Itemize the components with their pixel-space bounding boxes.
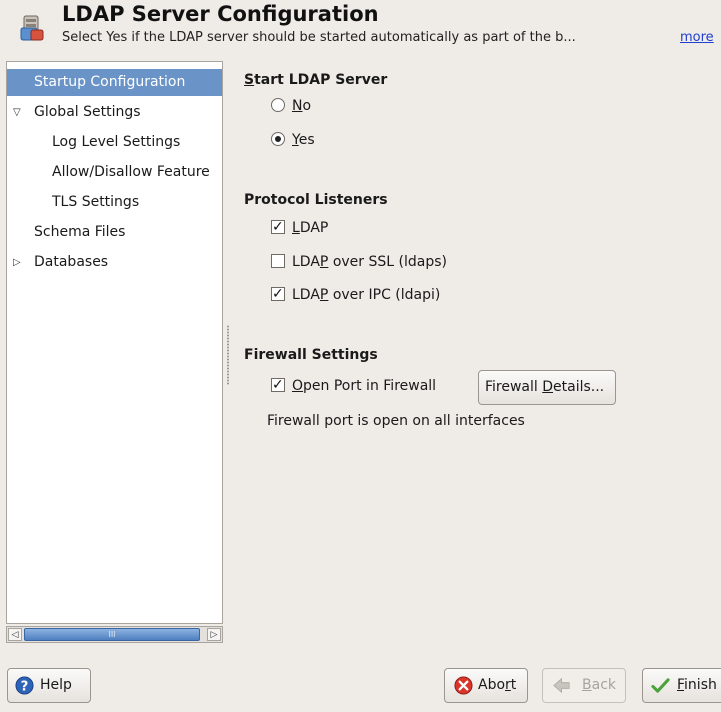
finish-button[interactable]: Finish bbox=[642, 668, 721, 703]
back-button[interactable]: Back bbox=[542, 668, 626, 703]
tree-item-log-level-settings[interactable]: Log Level Settings bbox=[7, 129, 222, 156]
radio-start-yes[interactable]: Yes bbox=[271, 130, 315, 150]
tree-item-label: Schema Files bbox=[34, 224, 126, 240]
button-label: etails... bbox=[553, 379, 605, 395]
scroll-right-icon[interactable]: ▷ bbox=[207, 628, 221, 641]
scroll-left-icon[interactable]: ◁ bbox=[8, 628, 22, 641]
radio-unchecked-icon[interactable] bbox=[271, 98, 285, 112]
button-label: t bbox=[510, 677, 517, 693]
button-label-prefix: Firewall bbox=[485, 379, 543, 395]
button-label: Help bbox=[40, 677, 72, 693]
tree-item-label: Global Settings bbox=[34, 104, 141, 120]
abort-icon bbox=[454, 676, 473, 695]
help-icon: ? bbox=[15, 676, 34, 695]
checkbox-checked-icon[interactable] bbox=[271, 284, 285, 304]
checkbox-ldaps[interactable]: LDAP over SSL (ldaps) bbox=[271, 252, 447, 272]
checkbox-open-port[interactable]: Open Port in Firewall bbox=[271, 375, 437, 396]
mnemonic: S bbox=[244, 72, 255, 88]
pane-splitter[interactable] bbox=[227, 325, 229, 385]
start-ldap-server-heading: Start LDAP Server bbox=[244, 72, 387, 88]
mnemonic: B bbox=[582, 677, 592, 693]
svg-text:?: ? bbox=[21, 679, 29, 694]
tree-item-label: Startup Configuration bbox=[34, 74, 186, 90]
tree-item-label: Databases bbox=[34, 254, 109, 270]
tree-item-global-settings[interactable]: ▽ Global Settings bbox=[7, 99, 222, 126]
mnemonic: O bbox=[292, 378, 304, 394]
checkbox-checked-icon[interactable] bbox=[271, 217, 285, 237]
tree-horizontal-scrollbar[interactable]: ◁ III ▷ bbox=[6, 626, 223, 643]
protocol-listeners-heading: Protocol Listeners bbox=[244, 192, 388, 208]
page-title: LDAP Server Configuration bbox=[62, 2, 379, 26]
tree-item-allow-disallow-feature[interactable]: Allow/Disallow Feature bbox=[7, 159, 222, 186]
checkmark-icon bbox=[651, 678, 670, 693]
expanded-arrow-icon[interactable]: ▽ bbox=[13, 99, 21, 126]
tree-item-startup-configuration[interactable]: Startup Configuration bbox=[7, 69, 222, 96]
heading-text: tart LDAP Server bbox=[254, 72, 388, 88]
navigation-tree[interactable]: Startup Configuration ▽ Global Settings … bbox=[6, 61, 223, 624]
mnemonic: D bbox=[542, 379, 554, 395]
tree-item-label: Allow/Disallow Feature bbox=[52, 164, 210, 180]
back-arrow-icon bbox=[553, 677, 570, 694]
option-label: es bbox=[298, 132, 315, 148]
option-label-prefix: LDA bbox=[292, 287, 320, 303]
radio-checked-icon[interactable] bbox=[271, 132, 285, 146]
tree-item-label: Log Level Settings bbox=[52, 134, 181, 150]
mnemonic: L bbox=[292, 220, 300, 236]
help-button[interactable]: ? Help bbox=[7, 668, 91, 703]
button-label-prefix: Abo bbox=[478, 677, 506, 693]
checkbox-checked-icon[interactable] bbox=[271, 375, 285, 395]
scrollbar-thumb[interactable]: III bbox=[24, 628, 200, 641]
tree-item-schema-files[interactable]: Schema Files bbox=[7, 219, 222, 246]
tree-item-databases[interactable]: ▷ Databases bbox=[7, 249, 222, 276]
checkbox-ldap[interactable]: LDAP bbox=[271, 217, 329, 238]
tree-item-tls-settings[interactable]: TLS Settings bbox=[7, 189, 222, 216]
ldap-server-icon bbox=[20, 15, 44, 41]
option-label: over IPC (ldapi) bbox=[328, 287, 441, 303]
mnemonic: Y bbox=[292, 132, 299, 148]
firewall-details-button[interactable]: Firewall Details... bbox=[478, 370, 616, 405]
option-label: DAP bbox=[299, 220, 329, 236]
mnemonic: N bbox=[292, 98, 303, 114]
tree-item-label: TLS Settings bbox=[52, 194, 140, 210]
page-subtitle: Select Yes if the LDAP server should be … bbox=[62, 30, 576, 45]
mnemonic: F bbox=[677, 677, 685, 693]
option-label: over SSL (ldaps) bbox=[328, 254, 447, 270]
dialog-header: LDAP Server Configuration Select Yes if … bbox=[0, 0, 721, 52]
firewall-status-text: Firewall port is open on all interfaces bbox=[267, 413, 525, 429]
button-label: ack bbox=[591, 677, 616, 693]
option-label-prefix: LDA bbox=[292, 254, 320, 270]
option-label: pen Port in Firewall bbox=[303, 378, 437, 394]
radio-start-no[interactable]: No bbox=[271, 96, 311, 116]
collapsed-arrow-icon[interactable]: ▷ bbox=[13, 249, 21, 276]
more-link[interactable]: more bbox=[680, 30, 714, 45]
checkbox-unchecked-icon[interactable] bbox=[271, 254, 285, 268]
checkbox-ldapi[interactable]: LDAP over IPC (ldapi) bbox=[271, 284, 441, 305]
scrollbar-grip: III bbox=[108, 630, 116, 639]
firewall-settings-heading: Firewall Settings bbox=[244, 347, 378, 363]
option-label: o bbox=[302, 98, 312, 114]
abort-button[interactable]: Abort bbox=[444, 668, 528, 703]
button-label: inish bbox=[684, 677, 717, 693]
